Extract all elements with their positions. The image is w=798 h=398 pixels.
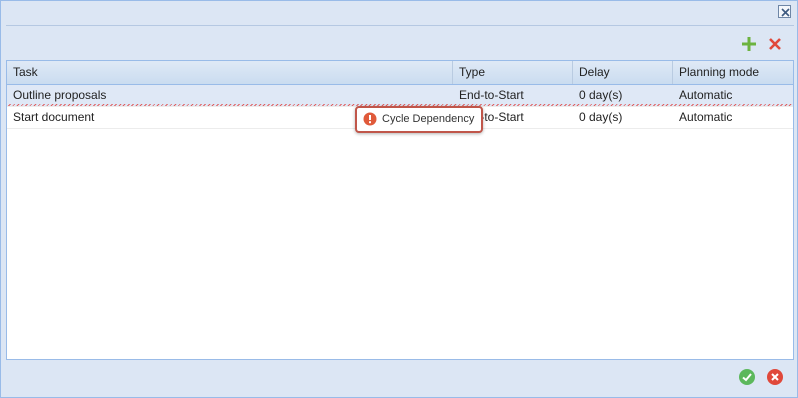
grid-header: Task Type Delay Planning mode [7,61,793,85]
dependency-grid: Task Type Delay Planning mode Outline pr… [6,60,794,360]
dialog-title-bar [1,1,797,25]
cancel-circle-icon[interactable] [766,368,784,386]
cell-delay[interactable]: 0 day(s) [573,85,673,106]
error-icon [363,112,377,126]
column-header-task[interactable]: Task [7,61,453,84]
delete-x-icon[interactable] [766,35,784,53]
column-header-type[interactable]: Type [453,61,573,84]
error-tooltip: Cycle Dependency [355,106,483,133]
cell-type[interactable]: End-to-Start [453,85,573,106]
tooltip-text: Cycle Dependency [382,113,475,125]
dependency-dialog: Task Type Delay Planning mode Outline pr… [0,0,798,398]
dialog-footer [6,360,794,394]
column-header-planning-mode[interactable]: Planning mode [673,61,793,84]
plus-icon[interactable] [740,35,758,53]
column-header-delay[interactable]: Delay [573,61,673,84]
dialog-toolbar [6,25,794,61]
table-row[interactable]: Outline proposals End-to-Start 0 day(s) … [7,85,793,107]
close-icon[interactable] [778,5,791,18]
check-circle-icon[interactable] [738,368,756,386]
cell-delay[interactable]: 0 day(s) [573,107,673,128]
cell-task[interactable]: Outline proposals [7,85,453,106]
cell-planning-mode[interactable]: Automatic [673,107,793,128]
cell-planning-mode[interactable]: Automatic [673,85,793,106]
